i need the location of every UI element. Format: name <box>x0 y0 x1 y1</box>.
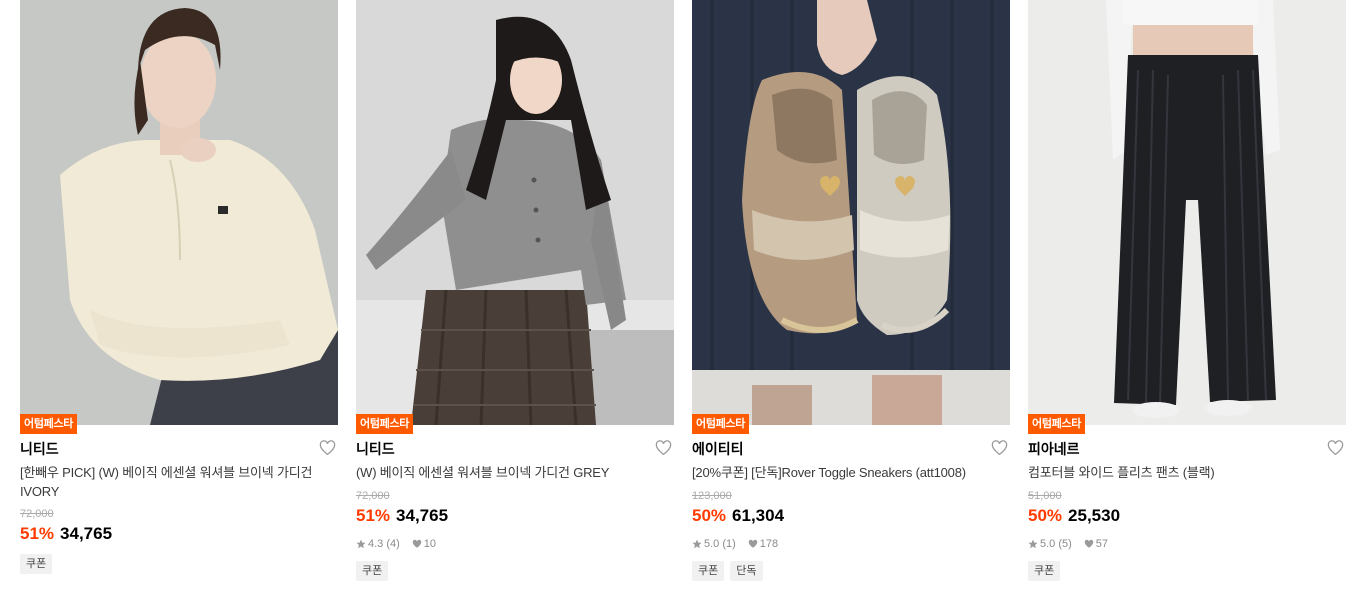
sale-price: 34,765 <box>60 524 113 543</box>
discount-rate: 50% <box>1028 506 1063 525</box>
discount-rate: 51% <box>356 506 391 525</box>
brand-name[interactable]: 에이티티 <box>692 440 744 458</box>
original-price: 51,000 <box>1028 490 1062 502</box>
product-card[interactable]: 어텀페스타 니티드 [한빼우 PICK] (W) 베이직 에센셜 워셔블 브이넥… <box>20 0 338 596</box>
review-meta: 4.3 (4) 10 <box>356 537 436 551</box>
product-name[interactable]: (W) 베이직 에센셜 워셔블 브이넥 가디건 GREY <box>356 463 672 482</box>
like-count: 57 <box>1095 538 1109 550</box>
sale-price: 25,530 <box>1068 506 1121 525</box>
discount-rate: 51% <box>20 524 55 543</box>
like-count: 178 <box>759 538 779 550</box>
review-meta: 5.0 (5) 57 <box>1028 537 1108 551</box>
product-name[interactable]: 컴포터블 와이드 플리츠 팬츠 (블랙) <box>1028 463 1344 482</box>
tag-list: 쿠폰 <box>20 554 53 574</box>
product-card[interactable]: 어텀페스타 피아네르 컴포터블 와이드 플리츠 팬츠 (블랙) 51,000 5… <box>1028 0 1346 596</box>
coupon-tag: 쿠폰 <box>356 561 389 581</box>
coupon-tag: 쿠폰 <box>692 561 725 581</box>
festa-badge: 어텀페스타 <box>692 414 750 434</box>
price-row: 51% 34,765 <box>356 505 448 527</box>
star-icon <box>692 539 702 549</box>
product-image[interactable] <box>1028 0 1346 425</box>
festa-badge: 어텀페스타 <box>356 414 414 434</box>
product-grid: 어텀페스타 니티드 [한빼우 PICK] (W) 베이직 에센셜 워셔블 브이넥… <box>20 0 1346 596</box>
heart-icon[interactable] <box>1327 440 1344 456</box>
price-row: 51% 34,765 <box>20 523 112 545</box>
original-price: 72,000 <box>356 490 390 502</box>
discount-rate: 50% <box>692 506 727 525</box>
original-price: 123,000 <box>692 490 732 502</box>
price-row: 50% 25,530 <box>1028 505 1120 527</box>
rating-text: 5.0 (1) <box>704 538 736 550</box>
sale-price: 34,765 <box>396 506 449 525</box>
like-icon <box>412 539 422 548</box>
star-icon <box>356 539 366 549</box>
price-row: 50% 61,304 <box>692 505 784 527</box>
heart-icon[interactable] <box>991 440 1008 456</box>
tag-list: 쿠폰 <box>1028 561 1061 581</box>
coupon-tag: 쿠폰 <box>1028 561 1061 581</box>
brand-name[interactable]: 니티드 <box>20 440 59 458</box>
heart-icon[interactable] <box>319 440 336 456</box>
festa-badge: 어텀페스타 <box>1028 414 1086 434</box>
heart-icon[interactable] <box>655 440 672 456</box>
festa-badge: 어텀페스타 <box>20 414 78 434</box>
tag-list: 쿠폰 단독 <box>692 561 763 581</box>
brand-name[interactable]: 니티드 <box>356 440 395 458</box>
star-icon <box>1028 539 1038 549</box>
product-name[interactable]: [20%쿠폰] [단독]Rover Toggle Sneakers (att10… <box>692 463 1008 482</box>
tag-list: 쿠폰 <box>356 561 389 581</box>
review-meta: 5.0 (1) 178 <box>692 537 778 551</box>
original-price: 72,000 <box>20 508 54 520</box>
product-card[interactable]: 어텀페스타 니티드 (W) 베이직 에센셜 워셔블 브이넥 가디건 GREY 7… <box>356 0 674 596</box>
sale-price: 61,304 <box>732 506 785 525</box>
like-icon <box>1084 539 1094 548</box>
product-card[interactable]: 어텀페스타 에이티티 [20%쿠폰] [단독]Rover Toggle Snea… <box>692 0 1010 596</box>
like-icon <box>748 539 758 548</box>
exclusive-tag: 단독 <box>730 561 763 581</box>
product-image[interactable] <box>356 0 674 425</box>
rating-text: 5.0 (5) <box>1040 538 1072 550</box>
like-count: 10 <box>423 538 437 550</box>
brand-name[interactable]: 피아네르 <box>1028 440 1080 458</box>
product-image[interactable] <box>20 0 338 425</box>
product-name[interactable]: [한빼우 PICK] (W) 베이직 에센셜 워셔블 브이넥 가디건 IVORY <box>20 463 336 501</box>
rating-text: 4.3 (4) <box>368 538 400 550</box>
coupon-tag: 쿠폰 <box>20 554 53 574</box>
product-image[interactable] <box>692 0 1010 425</box>
